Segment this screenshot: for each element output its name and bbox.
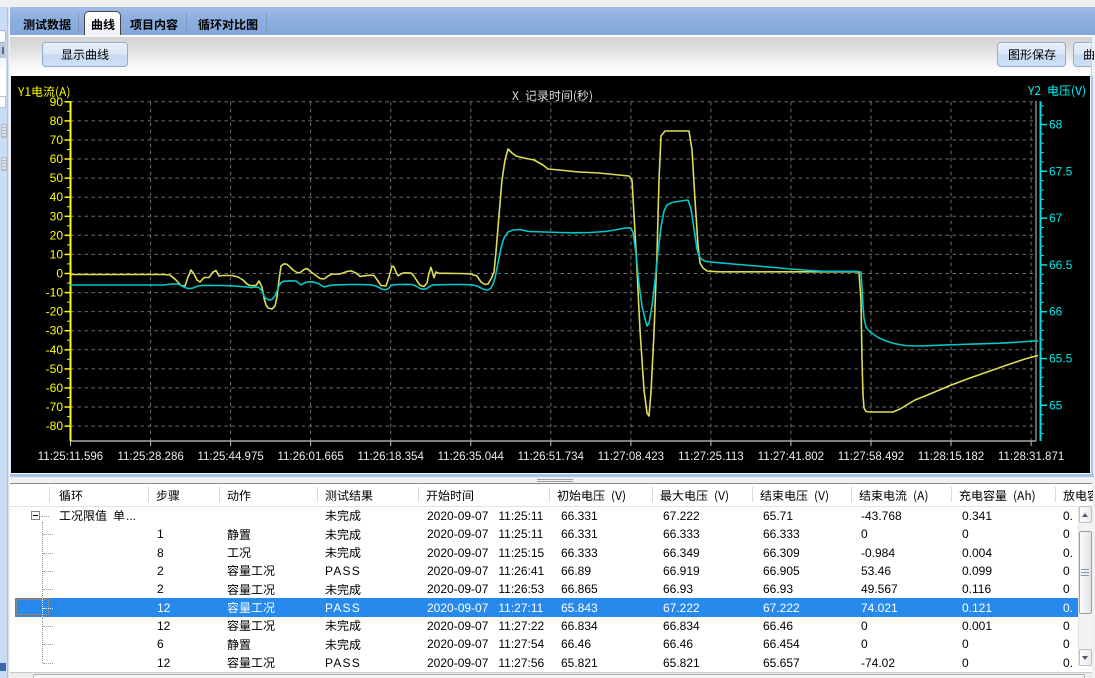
- svg-text:65: 65: [1049, 398, 1063, 412]
- svg-text:40: 40: [50, 190, 64, 204]
- svg-text:60: 60: [50, 152, 64, 166]
- svg-text:11:28:31.871: 11:28:31.871: [998, 451, 1064, 463]
- svg-text:67.5: 67.5: [1049, 164, 1073, 178]
- svg-text:-80: -80: [46, 419, 64, 433]
- svg-text:-20: -20: [46, 305, 64, 319]
- svg-text:11:27:41.802: 11:27:41.802: [758, 451, 824, 463]
- svg-text:11:27:25.113: 11:27:25.113: [678, 451, 743, 463]
- svg-text:11:27:08.423: 11:27:08.423: [598, 451, 664, 463]
- svg-text:-10: -10: [46, 286, 64, 300]
- svg-text:0: 0: [56, 267, 63, 281]
- svg-text:67: 67: [1049, 211, 1063, 225]
- svg-text:11:27:58.492: 11:27:58.492: [838, 451, 904, 463]
- svg-text:-50: -50: [46, 362, 64, 376]
- svg-text:11:26:51.734: 11:26:51.734: [518, 451, 585, 463]
- svg-text:11:28:15.182: 11:28:15.182: [918, 451, 984, 463]
- svg-text:11:25:44.975: 11:25:44.975: [197, 451, 263, 463]
- svg-text:-40: -40: [46, 343, 64, 357]
- svg-text:-60: -60: [46, 381, 64, 395]
- svg-text:-30: -30: [46, 324, 64, 338]
- svg-text:80: 80: [50, 114, 64, 128]
- svg-text:66: 66: [1049, 305, 1063, 319]
- svg-text:11:26:35.044: 11:26:35.044: [438, 451, 505, 463]
- svg-text:70: 70: [50, 133, 64, 147]
- svg-text:66.5: 66.5: [1049, 258, 1073, 272]
- svg-text:11:26:01.665: 11:26:01.665: [277, 451, 343, 463]
- svg-text:30: 30: [50, 209, 64, 223]
- svg-text:20: 20: [50, 228, 64, 242]
- svg-text:11:25:11.596: 11:25:11.596: [38, 451, 103, 463]
- svg-text:50: 50: [50, 171, 64, 185]
- svg-text:10: 10: [50, 247, 64, 261]
- svg-text:68: 68: [1049, 118, 1063, 132]
- svg-text:65.5: 65.5: [1049, 352, 1073, 366]
- svg-text:-70: -70: [46, 400, 64, 414]
- svg-text:11:26:18.354: 11:26:18.354: [358, 451, 425, 463]
- svg-text:11:25:28.286: 11:25:28.286: [117, 451, 183, 463]
